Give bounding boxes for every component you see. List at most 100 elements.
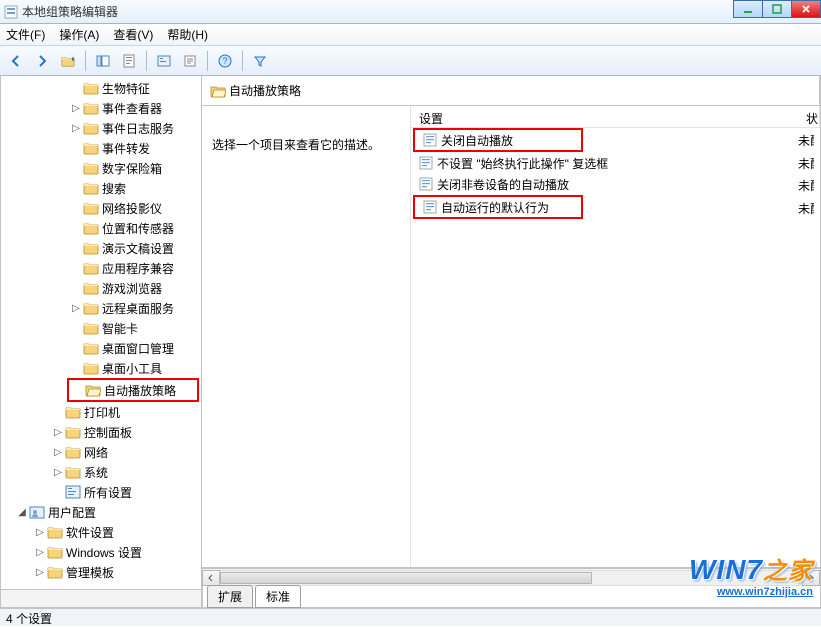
policy-label: 自动运行的默认行为	[441, 199, 549, 216]
expand-icon[interactable]: ▷	[33, 567, 47, 578]
policy-item[interactable]: 不设置 "始终执行此操作" 复选框	[413, 153, 818, 173]
expand-icon[interactable]: ◢	[15, 507, 29, 518]
tree-item-label: 事件转发	[102, 140, 150, 157]
expand-icon[interactable]: ▷	[33, 547, 47, 558]
tree-item[interactable]: 游戏浏览器	[1, 278, 201, 298]
folder-icon	[83, 241, 99, 255]
tree-item[interactable]: ▷ 网络	[1, 442, 201, 462]
filter-button[interactable]	[248, 49, 272, 73]
policy-item[interactable]: 关闭自动播放	[417, 130, 579, 150]
folder-icon	[83, 81, 99, 95]
refresh-button[interactable]	[152, 49, 176, 73]
tree-item-label: Windows 设置	[66, 544, 142, 561]
tree-item-label: 数字保险箱	[102, 160, 162, 177]
help-button[interactable]: ?	[213, 49, 237, 73]
expand-icon[interactable]: ▷	[69, 303, 83, 314]
folder-open-icon	[85, 383, 101, 397]
up-button[interactable]	[56, 49, 80, 73]
settings-column: 设置 关闭自动播放不设置 "始终执行此操作" 复选框关闭非卷设备的自动播放自动运…	[410, 106, 820, 567]
menu-help[interactable]: 帮助(H)	[167, 26, 208, 43]
tree-item[interactable]: 位置和传感器	[1, 218, 201, 238]
tree-item[interactable]: 网络投影仪	[1, 198, 201, 218]
minimize-button[interactable]	[733, 0, 763, 18]
tree-item[interactable]: 桌面小工具	[1, 358, 201, 378]
tree-item-label: 网络	[84, 444, 108, 461]
tree-item[interactable]: 应用程序兼容	[1, 258, 201, 278]
expand-icon[interactable]: ▷	[51, 467, 65, 478]
tree-item-label: 桌面小工具	[102, 360, 162, 377]
expand-icon[interactable]: ▷	[51, 427, 65, 438]
policy-state: 未配	[798, 200, 814, 217]
menu-view[interactable]: 查看(V)	[113, 26, 153, 43]
tree-item[interactable]: ▷ Windows 设置	[1, 542, 201, 562]
tree-item[interactable]: ▷ 控制面板	[1, 422, 201, 442]
titlebar: 本地组策略编辑器	[0, 0, 821, 24]
tree-item-label: 位置和传感器	[102, 220, 174, 237]
scroll-left-button[interactable]	[202, 570, 220, 586]
window-title: 本地组策略编辑器	[22, 3, 817, 20]
policy-item[interactable]: 自动运行的默认行为	[417, 197, 579, 217]
scroll-right-button[interactable]	[802, 570, 820, 586]
policy-item[interactable]: 关闭非卷设备的自动播放	[413, 174, 818, 194]
tab-extended[interactable]: 扩展	[207, 585, 253, 608]
expand-icon[interactable]: ▷	[69, 123, 83, 134]
tree-item-label: 用户配置	[48, 504, 96, 521]
scroll-thumb[interactable]	[220, 572, 592, 584]
tree-item[interactable]: ▷事件查看器	[1, 98, 201, 118]
tree-item[interactable]: 生物特征	[1, 78, 201, 98]
tree-item[interactable]: 事件转发	[1, 138, 201, 158]
menu-file[interactable]: 文件(F)	[6, 26, 45, 43]
tree-item-label: 智能卡	[102, 320, 138, 337]
folder-icon	[83, 181, 99, 195]
tree-item[interactable]: 演示文稿设置	[1, 238, 201, 258]
tree-hscroll[interactable]	[1, 589, 201, 607]
folder-icon	[83, 361, 99, 375]
tree-item[interactable]: 所有设置	[1, 482, 201, 502]
menubar: 文件(F) 操作(A) 查看(V) 帮助(H)	[0, 24, 821, 46]
tree-item[interactable]: 数字保险箱	[1, 158, 201, 178]
column-header-state[interactable]: 状	[798, 106, 820, 127]
column-header-settings[interactable]: 设置	[411, 106, 820, 127]
policy-icon	[419, 156, 433, 170]
forward-button[interactable]	[30, 49, 54, 73]
maximize-button[interactable]	[762, 0, 792, 18]
description-column: 选择一个项目来查看它的描述。	[202, 106, 410, 567]
back-button[interactable]	[4, 49, 28, 73]
tree-item-label: 游戏浏览器	[102, 280, 162, 297]
folder-icon	[65, 445, 81, 459]
folder-icon	[83, 141, 99, 155]
expand-icon[interactable]: ▷	[69, 103, 83, 114]
menu-action[interactable]: 操作(A)	[59, 26, 99, 43]
tree-item-label: 系统	[84, 464, 108, 481]
expand-icon[interactable]: ▷	[33, 527, 47, 538]
export-button[interactable]	[178, 49, 202, 73]
tab-standard[interactable]: 标准	[255, 585, 301, 608]
tree-item[interactable]: ▷ 管理模板	[1, 562, 201, 582]
tree-item[interactable]: ▷软件设置	[1, 522, 201, 542]
toolbar: ?	[0, 46, 821, 76]
expand-icon[interactable]: ▷	[51, 447, 65, 458]
properties-button[interactable]	[117, 49, 141, 73]
folder-icon	[83, 221, 99, 235]
folder-icon	[47, 525, 63, 539]
svg-text:?: ?	[222, 56, 227, 66]
tree-item[interactable]: ▷ 系统	[1, 462, 201, 482]
tree-item[interactable]: 打印机	[1, 402, 201, 422]
tree-item-label: 管理模板	[66, 564, 114, 581]
tree-item[interactable]: 智能卡	[1, 318, 201, 338]
tree-item[interactable]: 自动播放策略	[69, 380, 197, 400]
show-hide-tree-button[interactable]	[91, 49, 115, 73]
tree-item[interactable]: 搜索	[1, 178, 201, 198]
scroll-track[interactable]	[220, 570, 802, 586]
tree-item[interactable]: ◢ 用户配置	[1, 502, 201, 522]
policy-label: 关闭自动播放	[441, 132, 513, 149]
tree-item[interactable]: 桌面窗口管理	[1, 338, 201, 358]
content-hscroll[interactable]	[202, 568, 820, 586]
policy-state: 未配	[798, 177, 814, 194]
tree-view[interactable]: 生物特征▷事件查看器▷事件日志服务事件转发数字保险箱搜索网络投影仪位置和传感器演…	[1, 76, 201, 586]
tree-item-label: 控制面板	[84, 424, 132, 441]
policy-state: 未配	[798, 132, 814, 149]
close-button[interactable]	[791, 0, 821, 18]
tree-item[interactable]: ▷事件日志服务	[1, 118, 201, 138]
tree-item[interactable]: ▷远程桌面服务	[1, 298, 201, 318]
